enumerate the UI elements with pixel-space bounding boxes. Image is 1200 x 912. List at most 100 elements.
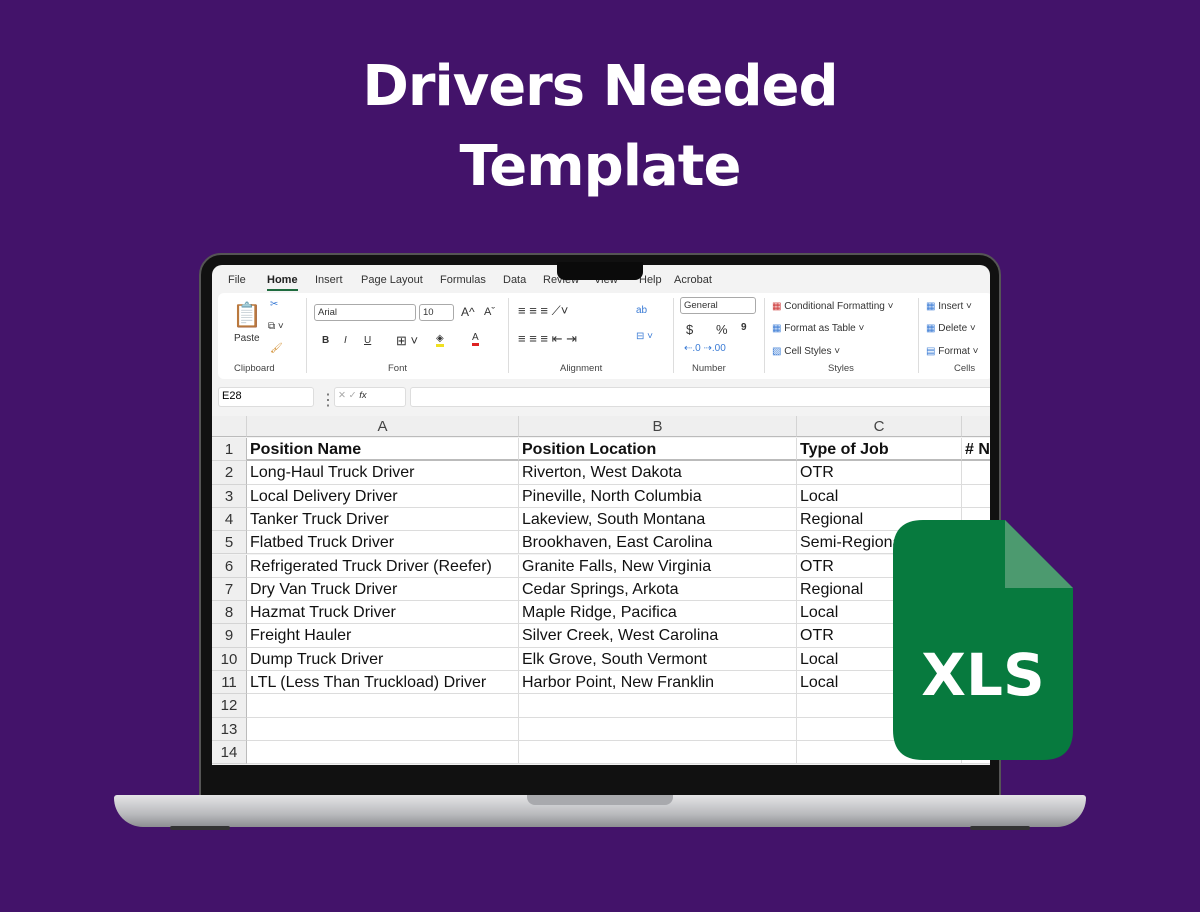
cell[interactable]: Long-Haul Truck Driver [247,461,519,485]
cell[interactable]: # N [962,438,990,462]
cell[interactable]: Refrigerated Truck Driver (Reefer) [247,554,519,578]
cell-styles-button[interactable]: ▧ Cell Styles ˅ [772,346,840,357]
cell[interactable] [247,694,519,718]
cell[interactable]: Lakeview, South Montana [519,507,797,532]
camera-notch [557,262,643,280]
cell[interactable]: Pineville, North Columbia [519,484,797,508]
cell[interactable]: Cedar Springs, Arkota [519,577,797,602]
cell[interactable]: Harbor Point, New Franklin [519,671,797,695]
delete-cells-button[interactable]: ▦ Delete ˅ [926,323,976,334]
cell[interactable]: Tanker Truck Driver [247,507,519,532]
conditional-formatting-button[interactable]: ▦ Conditional Formatting ˅ [772,301,893,312]
row-number[interactable]: 5 [212,531,247,555]
font-color-icon[interactable]: A [472,332,479,346]
cell[interactable] [247,740,519,765]
row-number[interactable]: 1 [212,438,247,462]
cell[interactable]: Dump Truck Driver [247,647,519,671]
merge-icon[interactable]: ⊟ ˅ [636,331,653,342]
cell[interactable]: Brookhaven, East Carolina [519,531,797,555]
font-name-select[interactable]: Arial [314,304,416,321]
row-number[interactable]: 12 [212,694,247,718]
align-top-icon[interactable]: ≡ ≡ ≡ ⟋˅ [518,303,568,319]
tab-page-layout[interactable]: Page Layout [361,274,423,286]
number-format-select[interactable]: General [680,297,756,314]
row-number[interactable]: 4 [212,507,247,532]
tab-insert[interactable]: Insert [315,274,343,286]
decimal-icons[interactable]: ⇠.0 ⇢.00 [684,343,726,354]
cell[interactable]: Silver Creek, West Carolina [519,624,797,648]
row-number[interactable]: 13 [212,717,247,741]
row-number[interactable]: 2 [212,461,247,485]
column-header-b[interactable]: B [519,416,797,437]
cell[interactable] [519,694,797,718]
cell[interactable] [247,717,519,741]
cell[interactable]: LTL (Less Than Truckload) Driver [247,671,519,695]
currency-button[interactable]: $ [686,322,693,337]
cell[interactable]: Freight Hauler [247,624,519,648]
row-number[interactable]: 7 [212,577,247,602]
borders-icon[interactable]: ⊞ ˅ [396,333,418,349]
cell[interactable]: Riverton, West Dakota [519,461,797,485]
cell[interactable]: OTR [797,461,962,485]
alignment-label: Alignment [560,363,603,374]
comma-button[interactable]: 9 [741,322,747,333]
cut-icon[interactable]: ✂ [270,299,278,310]
align-left-icon[interactable]: ≡ ≡ ≡ ⇤ ⇥ [518,331,577,347]
title-line-2: Template [459,134,742,199]
select-all-corner[interactable] [212,416,247,437]
wrap-text-icon[interactable]: ab [636,305,647,316]
row-number[interactable]: 11 [212,671,247,695]
format-painter-icon[interactable]: 🖌 [270,343,283,354]
copy-icon[interactable]: ⧉ ˅ [268,321,284,332]
row-number[interactable]: 14 [212,740,247,765]
tab-home[interactable]: Home [267,274,298,291]
row-number[interactable]: 10 [212,647,247,671]
cells-label: Cells [954,363,976,374]
row-number[interactable]: 6 [212,554,247,578]
bold-button[interactable]: B [322,335,329,346]
name-box[interactable]: E28 [218,387,314,407]
grow-font-button[interactable]: A^ [461,305,475,319]
cell[interactable] [962,461,990,485]
fill-color-icon[interactable]: ◈ [436,333,444,347]
shrink-font-button[interactable]: Aˇ [484,306,495,318]
format-as-table-button[interactable]: ▦ Format as Table ˅ [772,323,864,334]
cell[interactable]: Dry Van Truck Driver [247,577,519,602]
tab-file[interactable]: File [228,274,246,286]
cell[interactable]: Granite Falls, New Virginia [519,554,797,578]
tab-help[interactable]: Help [639,274,662,286]
insert-cells-button[interactable]: ▦ Insert ˅ [926,301,972,312]
formula-input[interactable] [410,387,990,407]
tab-formulas[interactable]: Formulas [440,274,486,286]
column-header-c[interactable]: C [797,416,962,437]
cell[interactable]: Elk Grove, South Vermont [519,647,797,671]
cell[interactable]: Type of Job [797,438,962,462]
cell[interactable] [962,484,990,508]
tab-data[interactable]: Data [503,274,526,286]
paste-button[interactable]: Paste [234,333,260,344]
cell[interactable]: Hazmat Truck Driver [247,601,519,625]
percent-button[interactable]: % [716,322,728,337]
cell[interactable]: Local [797,484,962,508]
paste-icon[interactable]: 📋 [232,301,262,330]
column-header-d[interactable] [962,416,990,437]
header-row: 1 Position Name Position Location Type of J… [212,438,990,462]
column-header-a[interactable]: A [247,416,519,437]
cell[interactable]: Maple Ridge, Pacifica [519,601,797,625]
styles-label: Styles [828,363,854,374]
tab-acrobat[interactable]: Acrobat [674,274,712,286]
cell[interactable]: Flatbed Truck Driver [247,531,519,555]
row-number[interactable]: 3 [212,484,247,508]
row-number[interactable]: 8 [212,601,247,625]
cell[interactable] [519,717,797,741]
format-cells-button[interactable]: ▤ Format ˅ [926,346,979,357]
cell[interactable]: Position Name [247,438,519,462]
row-number[interactable]: 9 [212,624,247,648]
font-size-select[interactable]: 10 [419,304,454,321]
cell[interactable]: Position Location [519,438,797,462]
cell[interactable] [519,740,797,765]
underline-button[interactable]: U [364,335,371,346]
cell[interactable]: Local Delivery Driver [247,484,519,508]
italic-button[interactable]: I [344,335,347,346]
fx-button[interactable]: fx [359,390,366,401]
